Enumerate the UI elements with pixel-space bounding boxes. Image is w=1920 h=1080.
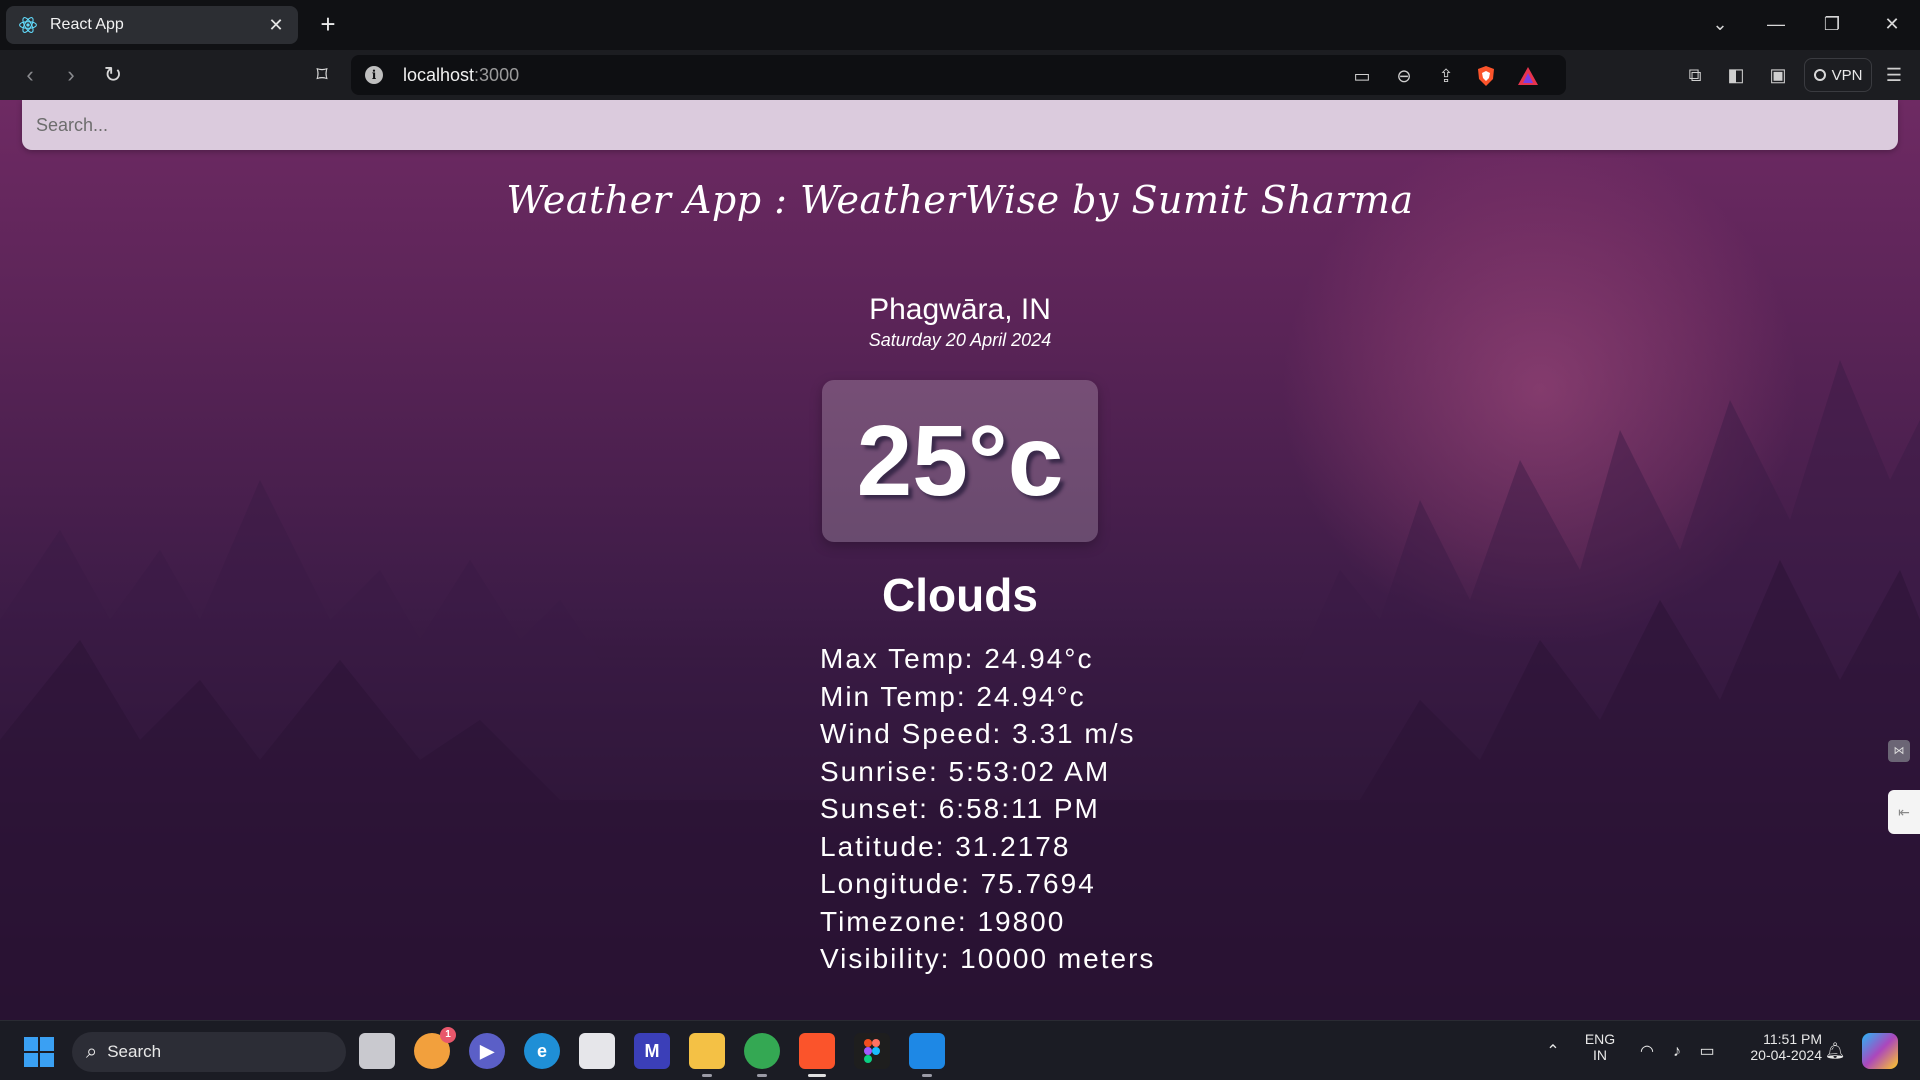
language-indicator[interactable]: ENG IN bbox=[1580, 1031, 1620, 1063]
edge-browser-icon[interactable]: e bbox=[524, 1033, 560, 1069]
brave-shields-icon[interactable] bbox=[1475, 65, 1497, 87]
taskbar-search-label: Search bbox=[107, 1042, 162, 1061]
clock[interactable]: 11:51 PM 20-04-2024 bbox=[1732, 1031, 1822, 1063]
language-region: IN bbox=[1593, 1047, 1607, 1063]
current-date: Saturday 20 April 2024 bbox=[868, 330, 1052, 350]
detail-sunset: Sunset: 6:58:11 PM bbox=[820, 793, 1100, 824]
vpn-label: VPN bbox=[1831, 66, 1863, 84]
chevron-up-icon[interactable]: ⌃ bbox=[1542, 1041, 1564, 1063]
wallet-icon[interactable]: ▣ bbox=[1766, 63, 1790, 87]
share-icon[interactable]: ⇪ bbox=[1435, 65, 1457, 87]
vpn-icon bbox=[1813, 69, 1826, 81]
temperature-card: 25°c bbox=[822, 380, 1098, 542]
detail-timezone: Timezone: 19800 bbox=[820, 905, 1066, 937]
detail-visibility: Visibility: 10000 meters bbox=[820, 943, 1156, 974]
react-icon bbox=[19, 17, 37, 33]
running-indicator bbox=[702, 1074, 712, 1077]
close-window-button[interactable]: ✕ bbox=[1872, 8, 1912, 40]
browser-toolbar: ‹ › ↻ ⌑ i localhost :3000 ▭ ⊖ ⇪ ⧉ ◧ ▣ VP… bbox=[0, 50, 1920, 100]
teams-chat-icon[interactable]: ▶ bbox=[469, 1033, 505, 1069]
detail-min-temp: Min Temp: 24.94°c bbox=[820, 680, 1086, 712]
site-info-icon[interactable]: i bbox=[365, 66, 383, 84]
browser-tab-strip: React App ✕ + ⌄ — ❐ ✕ bbox=[0, 0, 1920, 50]
windows-taskbar: ⌕ Search 1 ▶ e M ⌃ ENG IN ◠ ♪ ▭ 11:51 PM… bbox=[0, 1020, 1920, 1080]
page-viewport: Weather App : WeatherWise by Sumit Sharm… bbox=[0, 100, 1920, 1020]
notification-badge: 1 bbox=[440, 1027, 456, 1043]
extension-overlay-icon[interactable]: ⋈ bbox=[1888, 740, 1910, 762]
task-view-icon[interactable] bbox=[359, 1033, 395, 1069]
url-port: :3000 bbox=[474, 64, 520, 85]
brave-rewards-icon[interactable] bbox=[1517, 65, 1539, 87]
search-icon: ⌕ bbox=[86, 1040, 98, 1063]
reload-icon[interactable]: ↻ bbox=[97, 59, 129, 91]
back-icon[interactable]: ‹ bbox=[14, 59, 46, 91]
location-name: Phagwāra, IN bbox=[869, 293, 1051, 326]
search-input[interactable] bbox=[22, 100, 1898, 150]
battery-icon[interactable]: ▭ bbox=[1696, 1041, 1718, 1063]
vscode-icon[interactable] bbox=[909, 1033, 945, 1077]
figma-logo bbox=[864, 1039, 880, 1063]
weather-details-list: Max Temp: 24.94°c Min Temp: 24.94°c Wind… bbox=[820, 640, 1420, 978]
tab-react-app[interactable]: React App ✕ bbox=[6, 6, 298, 44]
windows-start-icon[interactable] bbox=[24, 1037, 54, 1067]
notification-bell-icon[interactable]: 🔔︎ bbox=[1824, 1041, 1846, 1063]
detail-max-temp: Max Temp: 24.94°c bbox=[820, 643, 1094, 674]
clock-time: 11:51 PM bbox=[1763, 1031, 1822, 1047]
tab-title: React App bbox=[50, 16, 124, 33]
file-explorer-icon[interactable] bbox=[689, 1033, 725, 1077]
figma-icon[interactable] bbox=[854, 1033, 890, 1069]
close-icon[interactable]: ✕ bbox=[266, 15, 286, 36]
active-indicator bbox=[808, 1074, 826, 1077]
detail-latitude: Latitude: 31.2178 bbox=[820, 830, 1071, 862]
forward-icon[interactable]: › bbox=[55, 59, 87, 91]
microsoft-store-icon[interactable] bbox=[579, 1033, 615, 1069]
language-code: ENG bbox=[1584, 1031, 1616, 1047]
menu-icon[interactable]: ☰ bbox=[1882, 63, 1906, 87]
weather-condition: Clouds bbox=[882, 569, 1038, 621]
volume-icon[interactable]: ♪ bbox=[1666, 1041, 1688, 1063]
tab-list-chevron-icon[interactable]: ⌄ bbox=[1700, 8, 1740, 40]
sidebar-icon[interactable]: ◧ bbox=[1724, 63, 1748, 87]
search-bar bbox=[22, 100, 1898, 150]
clock-date: 20-04-2024 bbox=[1750, 1047, 1822, 1063]
detail-sunrise: Sunrise: 5:53:02 AM bbox=[820, 755, 1111, 787]
extensions-icon[interactable]: ⧉ bbox=[1683, 63, 1707, 87]
copilot-icon[interactable] bbox=[1862, 1033, 1898, 1069]
page-title: Weather App : WeatherWise by Sumit Sharm… bbox=[506, 178, 1414, 222]
temperature-value: 25°c bbox=[856, 404, 1064, 517]
restore-button[interactable]: ❐ bbox=[1812, 8, 1852, 40]
wifi-icon[interactable]: ◠ bbox=[1636, 1041, 1658, 1063]
markup-app-icon[interactable]: M bbox=[634, 1033, 670, 1069]
brave-icon[interactable] bbox=[799, 1033, 835, 1077]
chrome-icon[interactable] bbox=[744, 1033, 780, 1077]
detail-longitude: Longitude: 75.7694 bbox=[820, 868, 1096, 899]
running-indicator bbox=[757, 1074, 767, 1077]
weather-widget-icon[interactable]: 1 bbox=[414, 1027, 456, 1069]
running-indicator bbox=[922, 1074, 932, 1077]
side-panel-handle[interactable]: ⇤ bbox=[1888, 790, 1920, 834]
url-host: localhost bbox=[403, 64, 475, 85]
detail-wind-speed: Wind Speed: 3.31 m/s bbox=[820, 718, 1136, 749]
bookmark-icon[interactable]: ⌑ bbox=[306, 59, 338, 91]
zoom-icon[interactable]: ⊖ bbox=[1393, 65, 1415, 87]
minimize-button[interactable]: — bbox=[1756, 8, 1796, 40]
cast-icon[interactable]: ▭ bbox=[1351, 65, 1373, 87]
vpn-button[interactable]: VPN bbox=[1804, 58, 1872, 92]
address-bar[interactable]: i localhost :3000 ▭ ⊖ ⇪ bbox=[351, 55, 1566, 95]
taskbar-search[interactable]: ⌕ Search bbox=[72, 1032, 346, 1072]
new-tab-button[interactable]: + bbox=[312, 8, 344, 40]
